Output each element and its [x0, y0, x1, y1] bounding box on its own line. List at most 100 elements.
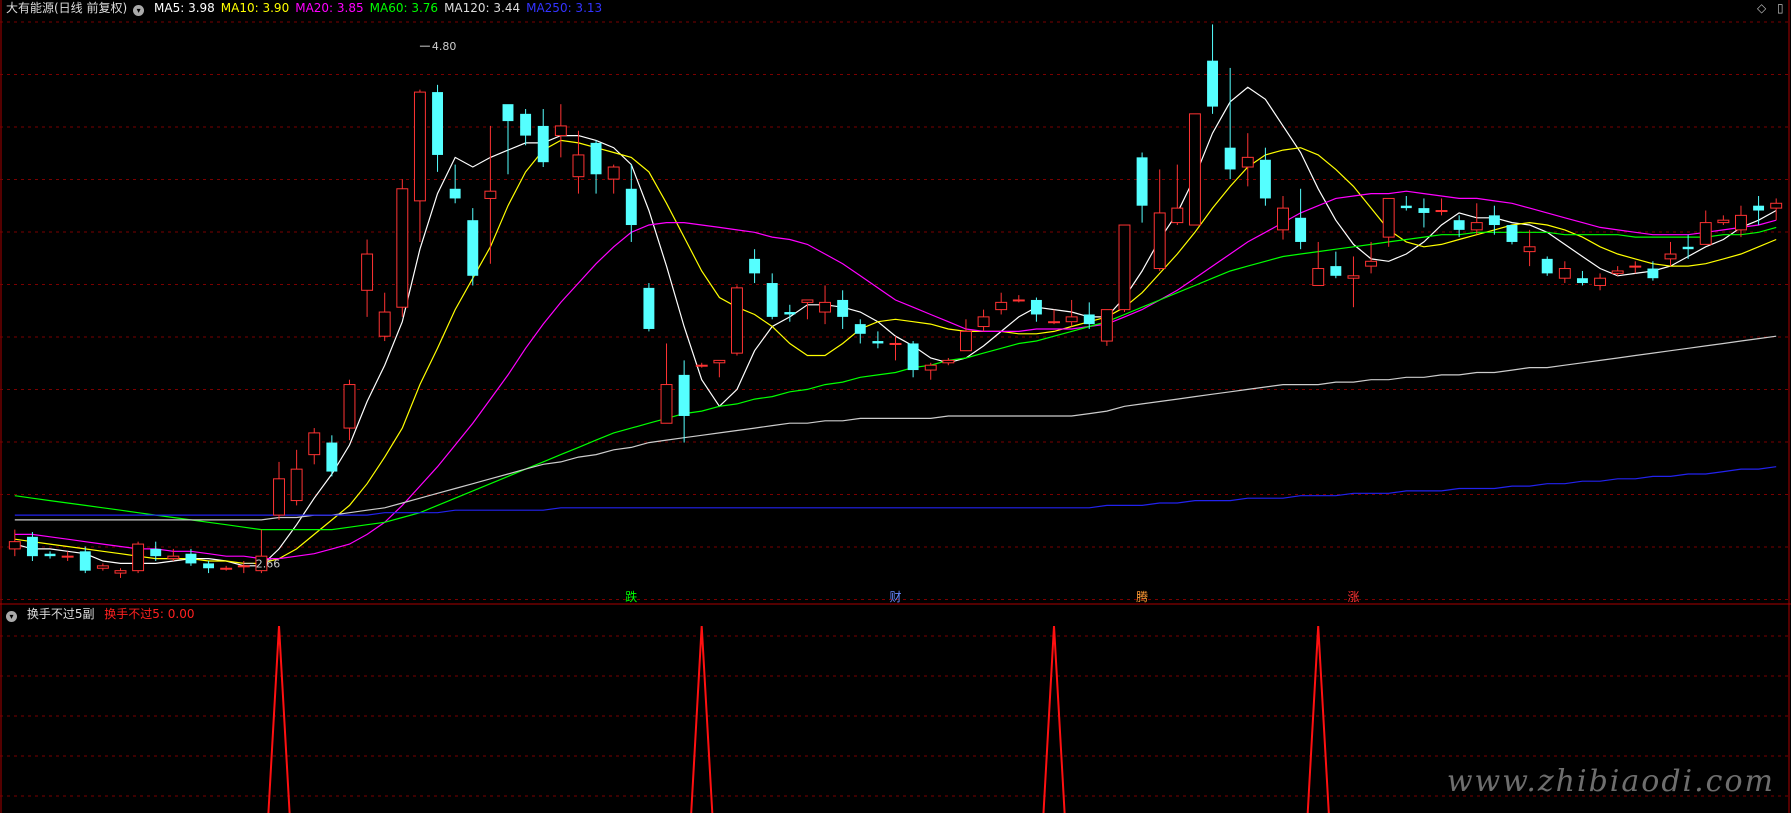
indicator-spike-line	[267, 625, 1330, 813]
candle-body-up	[1735, 214, 1747, 231]
candle-body-up	[660, 384, 673, 424]
event-marker: 财	[890, 590, 902, 604]
candle-body-up	[1312, 268, 1325, 286]
candle-body-down	[854, 324, 866, 334]
candle-body-down	[872, 341, 884, 344]
candle-body-up	[924, 364, 937, 371]
candle-body-down	[1136, 157, 1148, 206]
candle-body-down	[1682, 246, 1694, 250]
candle-body-up	[1594, 277, 1607, 286]
candle-body-up	[378, 311, 391, 337]
candle-body-down	[678, 374, 690, 416]
candle-body-up	[484, 190, 497, 199]
candle-body-down	[837, 299, 849, 317]
kline-chart[interactable]: 4.80 2.66 跌 财 腾 涨	[0, 0, 1791, 813]
candle-body-down	[449, 188, 461, 199]
candle-body-up	[959, 330, 972, 352]
candle-body-down	[185, 553, 197, 564]
candle-body-up	[713, 359, 726, 364]
candle-body-up	[61, 555, 74, 558]
candle-body-up	[220, 567, 233, 570]
candle-body-up	[1100, 309, 1113, 342]
candle-body-up	[290, 468, 303, 502]
candle-body-up	[1770, 202, 1783, 209]
candle-body-down	[625, 188, 637, 226]
candle-body-down	[766, 283, 778, 317]
candle-body-down	[1576, 278, 1588, 284]
candle-body-down	[44, 553, 56, 557]
candle-body-up	[167, 555, 180, 560]
candle-body-up	[308, 432, 321, 456]
candle-body-down	[1647, 268, 1659, 279]
candle-body-up	[1470, 222, 1483, 231]
candle-body-up	[1558, 268, 1571, 279]
candle-body-up	[361, 253, 374, 291]
candle-body-up	[1382, 197, 1395, 238]
candle-body-down	[326, 442, 338, 472]
candle-body-up	[1365, 260, 1378, 267]
candle-body-up	[554, 125, 567, 137]
candle-body-down	[1541, 258, 1553, 274]
candle-body-up	[8, 541, 21, 550]
candle-body-up	[695, 364, 708, 367]
candle-body-up	[96, 565, 109, 569]
event-marker: 涨	[1347, 589, 1359, 604]
candle-body-up	[995, 301, 1008, 311]
event-marker: 跌	[625, 589, 637, 604]
candle-body-up	[273, 478, 285, 516]
candle-body-down	[502, 104, 514, 122]
candle-body-down	[1330, 266, 1342, 276]
candle-body-up	[1171, 207, 1184, 224]
candle-body-up	[1664, 253, 1677, 260]
candle-body-down	[1400, 205, 1412, 209]
candle-body-down	[1030, 299, 1042, 315]
candle-body-down	[432, 92, 443, 155]
candle-body-up	[889, 342, 902, 345]
candle-body-down	[1453, 220, 1465, 230]
candle-body-down	[1207, 60, 1219, 107]
candle-body-up	[132, 543, 145, 572]
candle-body-up	[1611, 270, 1624, 274]
candle-body-up	[801, 299, 814, 303]
candle-body-up	[572, 154, 585, 178]
annotation-label: 4.80	[432, 40, 457, 53]
candle-body-up	[1188, 113, 1201, 226]
candle-body-up	[1277, 207, 1289, 231]
candle-body-down	[749, 258, 761, 274]
candle-body-down	[643, 287, 655, 329]
candle-body-down	[1506, 225, 1518, 242]
candle-body-down	[537, 125, 549, 163]
candle-body-down	[907, 343, 919, 371]
candle-body-up	[1118, 224, 1131, 311]
candle-body-up	[819, 301, 832, 313]
candle-body-up	[942, 359, 955, 364]
candle-body-down	[203, 563, 215, 569]
candle-body-up	[1241, 156, 1254, 168]
candle-body-up	[1435, 210, 1448, 213]
candle-body-down	[1295, 217, 1307, 242]
candle-body-up	[1153, 212, 1166, 270]
event-marker: 腾	[1136, 589, 1148, 604]
candle-body-down	[1418, 208, 1430, 213]
candle-body-down	[1224, 147, 1236, 170]
candle-body-down	[1488, 215, 1500, 226]
candle-body-down	[1083, 314, 1095, 325]
candle-body-up	[413, 91, 426, 202]
candle-body-up	[1629, 265, 1642, 268]
candle-body-up	[1012, 299, 1025, 302]
candle-body-up	[237, 565, 250, 568]
candle-body-down	[784, 312, 796, 315]
candle-body-up	[607, 166, 620, 180]
candle-body-down	[467, 220, 479, 276]
candle-body-up	[977, 316, 990, 328]
candle-body-up	[1347, 275, 1360, 279]
candle-body-up	[1065, 316, 1078, 323]
candle-body-down	[1753, 205, 1765, 211]
candle-body-up	[1523, 246, 1536, 253]
watermark: www.zhibiaodi.com	[1446, 764, 1775, 799]
candle-body-down	[150, 548, 162, 557]
candle-body-up	[1048, 321, 1060, 324]
candle-body-down	[26, 536, 38, 557]
candle-body-up	[343, 384, 356, 429]
candle-body-up	[731, 287, 743, 354]
